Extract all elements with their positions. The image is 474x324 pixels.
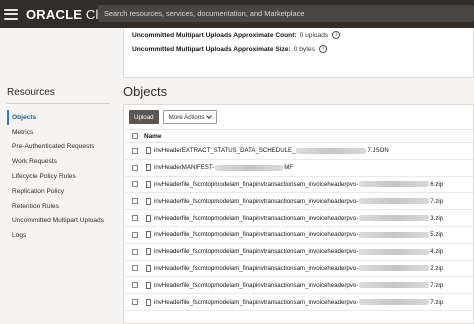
sidebar: Resources Objects Metrics Pre-Authentica… [0, 28, 118, 324]
object-name-link[interactable]: invHeaderMANIFEST- [154, 164, 214, 171]
uploads-size-row: Uncommitted Multipart Uploads Approximat… [132, 45, 328, 53]
sidebar-item-lifecycle-policy-rules[interactable]: Lifecycle Policy Rules [7, 169, 117, 184]
sidebar-item-uncommitted-multipart-uploads[interactable]: Uncommitted Multipart Uploads [7, 214, 117, 229]
search-input[interactable]: Search resources, services, documentatio… [98, 5, 474, 22]
sidebar-item-metrics[interactable]: Metrics [7, 125, 117, 140]
object-name-suffix: 7.JSON [367, 147, 389, 155]
file-icon [146, 248, 151, 256]
row-checkbox[interactable] [132, 265, 138, 272]
table-row: invHeaderfile_fscmtopmodelam_finapinvtra… [124, 294, 473, 311]
table-row: invHeaderfile_fscmtopmodelam_finapinvtra… [124, 177, 473, 194]
sidebar-item-replication-policy[interactable]: Replication Policy [7, 184, 117, 199]
file-icon [146, 281, 151, 289]
object-name-suffix: 7.zip [430, 197, 444, 205]
object-name-suffix: MF [284, 164, 294, 172]
table-row: invHeaderfile_fscmtopmodelam_finapinvtra… [124, 193, 473, 211]
info-icon[interactable]: i [319, 45, 328, 53]
object-name-suffix: 3.zip [430, 214, 444, 222]
table-row: invHeaderEXTRACT_STATUS_DATA_SCHEDULE_ 7… [124, 143, 473, 160]
object-name-suffix: 7.zip [430, 298, 444, 306]
redacted-text [359, 231, 430, 238]
sidebar-item-pre-authenticated-requests[interactable]: Pre-Authenticated Requests [7, 140, 117, 155]
select-all-checkbox[interactable] [132, 133, 138, 139]
object-name-link[interactable]: invHeaderfile_fscmtopmodelam_finapinvtra… [154, 248, 358, 255]
object-name-link[interactable]: invHeaderfile_fscmtopmodelam_finapinvtra… [154, 299, 358, 306]
table-row: invHeaderfile_fscmtopmodelam_finapinvtra… [124, 277, 473, 295]
uploads-count-label: Uncommitted Multipart Uploads Approximat… [132, 31, 297, 39]
sidebar-item-objects[interactable]: Objects [7, 110, 117, 125]
redacted-text [359, 265, 430, 272]
object-name-suffix: 4.zip [430, 248, 444, 256]
main-content: Uncommitted Multipart Uploads Approximat… [123, 28, 474, 324]
objects-heading: Objects [123, 84, 168, 99]
name-column-header[interactable]: Name [144, 133, 161, 140]
sidebar-item-logs[interactable]: Logs [7, 228, 117, 243]
row-checkbox[interactable] [132, 215, 138, 222]
sidebar-item-work-requests[interactable]: Work Requests [7, 154, 117, 169]
object-name-suffix: 2.zip [430, 264, 444, 272]
table-row: invHeaderfile_fscmtopmodelam_finapinvtra… [124, 244, 473, 261]
uploads-count-row: Uncommitted Multipart Uploads Approximat… [132, 31, 341, 39]
redacted-text [359, 248, 430, 255]
more-actions-button[interactable]: More Actions [162, 110, 218, 124]
file-icon [146, 264, 151, 272]
bucket-info-card: Uncommitted Multipart Uploads Approximat… [123, 28, 474, 78]
divider [7, 103, 110, 104]
row-checkbox[interactable] [132, 299, 138, 306]
row-checkbox[interactable] [132, 231, 138, 238]
table-row: invHeaderfile_fscmtopmodelam_finapinvtra… [124, 261, 473, 278]
redacted-text [359, 282, 430, 289]
file-icon [146, 164, 151, 172]
info-icon[interactable]: i [332, 31, 341, 39]
menu-icon[interactable] [4, 8, 18, 20]
object-name-suffix: 6.zip [430, 180, 444, 188]
row-checkbox[interactable] [132, 282, 138, 289]
row-checkbox[interactable] [132, 181, 138, 188]
object-name-suffix: 5.zip [430, 231, 444, 239]
object-name-link[interactable]: invHeaderfile_fscmtopmodelam_finapinvtra… [154, 198, 358, 205]
resources-nav: Objects Metrics Pre-Authenticated Reques… [7, 110, 117, 243]
object-name-link[interactable]: invHeaderfile_fscmtopmodelam_finapinvtra… [154, 215, 358, 222]
file-icon [146, 214, 151, 222]
redacted-text [359, 181, 430, 188]
uploads-size-label: Uncommitted Multipart Uploads Approximat… [132, 45, 291, 53]
row-checkbox[interactable] [132, 147, 138, 154]
object-name-link[interactable]: invHeaderfile_fscmtopmodelam_finapinvtra… [154, 282, 358, 289]
object-name-suffix: 7.zip [430, 281, 444, 289]
file-icon [146, 147, 151, 155]
object-name-link[interactable]: invHeaderfile_fscmtopmodelam_finapinvtra… [154, 231, 358, 238]
table-row: invHeaderfile_fscmtopmodelam_finapinvtra… [124, 210, 473, 227]
redacted-text [296, 147, 367, 154]
file-icon [146, 231, 151, 239]
objects-toolbar: Upload More Actions [129, 110, 218, 124]
file-icon [146, 197, 151, 205]
uploads-size-value: 0 bytes [293, 45, 316, 53]
redacted-text [359, 215, 430, 222]
row-checkbox[interactable] [132, 198, 138, 205]
objects-table: Name invHeaderEXTRACT_STATUS_DATA_SCHEDU… [124, 129, 473, 311]
uploads-count-value: 0 uploads [299, 31, 329, 39]
file-icon [146, 180, 151, 188]
row-checkbox[interactable] [132, 248, 138, 255]
table-row: invHeaderfile_fscmtopmodelam_finapinvtra… [124, 227, 473, 244]
object-name-link[interactable]: invHeaderEXTRACT_STATUS_DATA_SCHEDULE_ [154, 147, 295, 154]
resources-heading: Resources [7, 87, 55, 98]
redacted-text [359, 198, 430, 205]
file-icon [146, 298, 151, 306]
upload-button[interactable]: Upload [129, 110, 159, 124]
redacted-text [215, 164, 284, 171]
objects-card: Upload More Actions Name invHeaderEXTRAC… [123, 104, 474, 324]
redacted-text [359, 299, 430, 306]
row-checkbox[interactable] [132, 164, 138, 171]
sidebar-item-retention-rules[interactable]: Retention Rules [7, 199, 117, 214]
object-name-link[interactable]: invHeaderfile_fscmtopmodelam_finapinvtra… [154, 265, 358, 272]
table-row: invHeaderMANIFEST- MF [124, 160, 473, 177]
more-actions-label: More Actions [168, 113, 205, 121]
chevron-down-icon [206, 113, 213, 119]
table-header: Name [124, 129, 473, 143]
top-bar: ORACLE Cloud Search resources, services,… [0, 0, 474, 28]
object-name-link[interactable]: invHeaderfile_fscmtopmodelam_finapinvtra… [154, 181, 358, 188]
